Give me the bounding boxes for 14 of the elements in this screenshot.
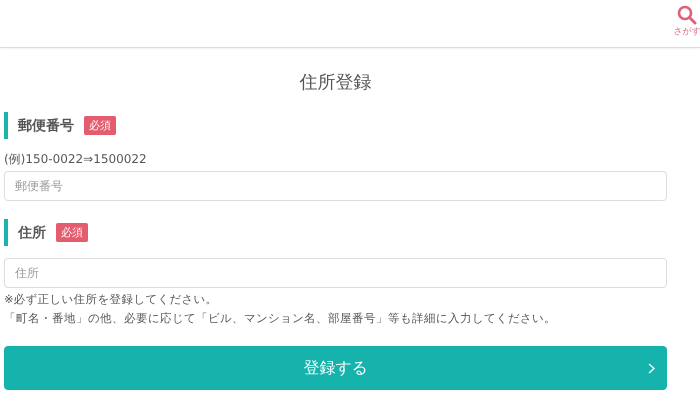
field-note: ※必ず正しい住所を登録してください。	[4, 292, 219, 307]
chevron-icon	[648, 363, 655, 374]
field-hint: (例)150-0022⇒1500022	[4, 151, 148, 168]
page-title: 住所登録	[298, 71, 372, 94]
input-field[interactable]: 住所	[4, 258, 667, 288]
required-badge: 必須	[84, 116, 116, 135]
search-icon	[677, 5, 697, 25]
field-note: 「町名・番地」の他、必要に応じて「ビル、マンション名、部屋番号」等も詳細に入力してください。	[4, 311, 557, 326]
submit-button[interactable]: 登録する	[4, 346, 667, 390]
input-field[interactable]: 郵便番号	[4, 171, 667, 201]
field-label: 郵便番号	[18, 116, 74, 134]
required-badge: 必須	[56, 223, 88, 242]
field-label: 住所	[18, 224, 46, 242]
search-button[interactable]: さがす	[668, 0, 700, 38]
